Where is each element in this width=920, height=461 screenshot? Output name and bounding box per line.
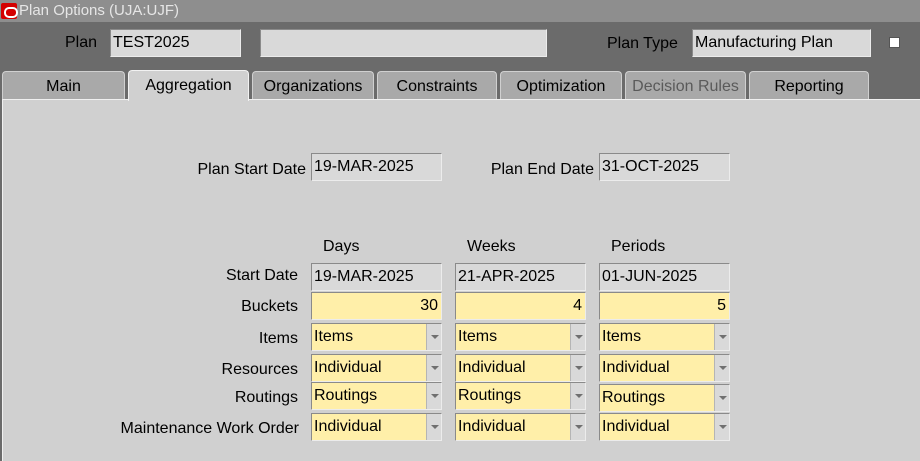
periods-items-value: Items [602,328,642,345]
weeks-routings-value: Routings [458,387,522,404]
chevron-down-icon[interactable] [570,383,585,409]
plan-checkbox[interactable] [889,37,900,48]
tab-aggregation[interactable]: Aggregation [128,70,249,101]
periods-items-select[interactable]: Items [599,323,730,351]
plan-description-field[interactable] [260,29,547,57]
oracle-app-icon [1,3,18,19]
weeks-buckets-field[interactable]: 4 [455,292,586,320]
chevron-down-icon[interactable] [426,383,441,409]
days-resources-select[interactable]: Individual [311,354,442,382]
periods-buckets-field[interactable]: 5 [599,292,730,320]
plan-end-date-field[interactable]: 31-OCT-2025 [599,153,730,181]
tab-main[interactable]: Main [2,71,125,99]
chevron-down-icon[interactable] [570,324,585,350]
window-titlebar: Plan Options (UJA:UJF) [0,0,920,22]
plan-type-label: Plan Type [607,35,678,52]
tab-constraints[interactable]: Constraints [377,71,497,99]
periods-start-date-field[interactable]: 01-JUN-2025 [599,263,730,291]
days-resources-value: Individual [314,359,382,376]
weeks-maintenance-value: Individual [458,418,526,435]
weeks-items-select[interactable]: Items [455,323,586,351]
plan-start-date-label: Plan Start Date [197,161,307,178]
maintenance-work-order-row-label: Maintenance Work Order [120,420,299,437]
column-header-periods: Periods [611,238,666,255]
days-routings-select[interactable]: Routings [311,382,442,410]
chevron-down-icon[interactable] [426,355,441,381]
days-routings-value: Routings [314,387,378,404]
weeks-start-date-field[interactable]: 21-APR-2025 [455,263,586,291]
chevron-down-icon[interactable] [714,324,729,350]
periods-routings-value: Routings [602,389,666,406]
periods-resources-value: Individual [602,359,670,376]
chevron-down-icon[interactable] [570,355,585,381]
periods-maintenance-value: Individual [602,418,670,435]
days-maintenance-select[interactable]: Individual [311,413,442,441]
days-maintenance-value: Individual [314,418,382,435]
periods-maintenance-select[interactable]: Individual [599,413,730,441]
plan-type-field[interactable]: Manufacturing Plan [692,29,871,57]
tab-reporting[interactable]: Reporting [749,71,869,99]
weeks-items-value: Items [458,328,498,345]
column-header-days: Days [323,238,360,255]
buckets-row-label: Buckets [241,298,298,315]
window-title: Plan Options (UJA:UJF) [19,2,180,19]
column-header-weeks: Weeks [467,238,516,255]
routings-row-label: Routings [234,389,298,406]
days-start-date-field[interactable]: 19-MAR-2025 [311,263,442,291]
days-items-select[interactable]: Items [311,323,442,351]
tab-decision-rules: Decision Rules [625,71,746,99]
days-items-value: Items [314,328,354,345]
weeks-maintenance-select[interactable]: Individual [455,413,586,441]
chevron-down-icon[interactable] [426,414,441,440]
chevron-down-icon[interactable] [714,414,729,440]
chevron-down-icon[interactable] [570,414,585,440]
plan-label: Plan [65,34,98,51]
periods-resources-select[interactable]: Individual [599,354,730,382]
items-row-label: Items [258,330,298,347]
tab-optimization[interactable]: Optimization [500,71,622,99]
weeks-resources-value: Individual [458,359,526,376]
chevron-down-icon[interactable] [426,324,441,350]
resources-row-label: Resources [221,361,298,378]
chevron-down-icon[interactable] [714,355,729,381]
plan-field[interactable]: TEST2025 [110,29,241,57]
plan-end-date-label: Plan End Date [490,161,594,178]
plan-start-date-field[interactable]: 19-MAR-2025 [311,153,442,181]
periods-routings-select[interactable]: Routings [599,384,730,412]
days-buckets-field[interactable]: 30 [311,292,442,320]
weeks-routings-select[interactable]: Routings [455,382,586,410]
start-date-row-label: Start Date [225,267,298,284]
weeks-resources-select[interactable]: Individual [455,354,586,382]
tab-organizations[interactable]: Organizations [252,71,374,99]
chevron-down-icon[interactable] [714,385,729,411]
